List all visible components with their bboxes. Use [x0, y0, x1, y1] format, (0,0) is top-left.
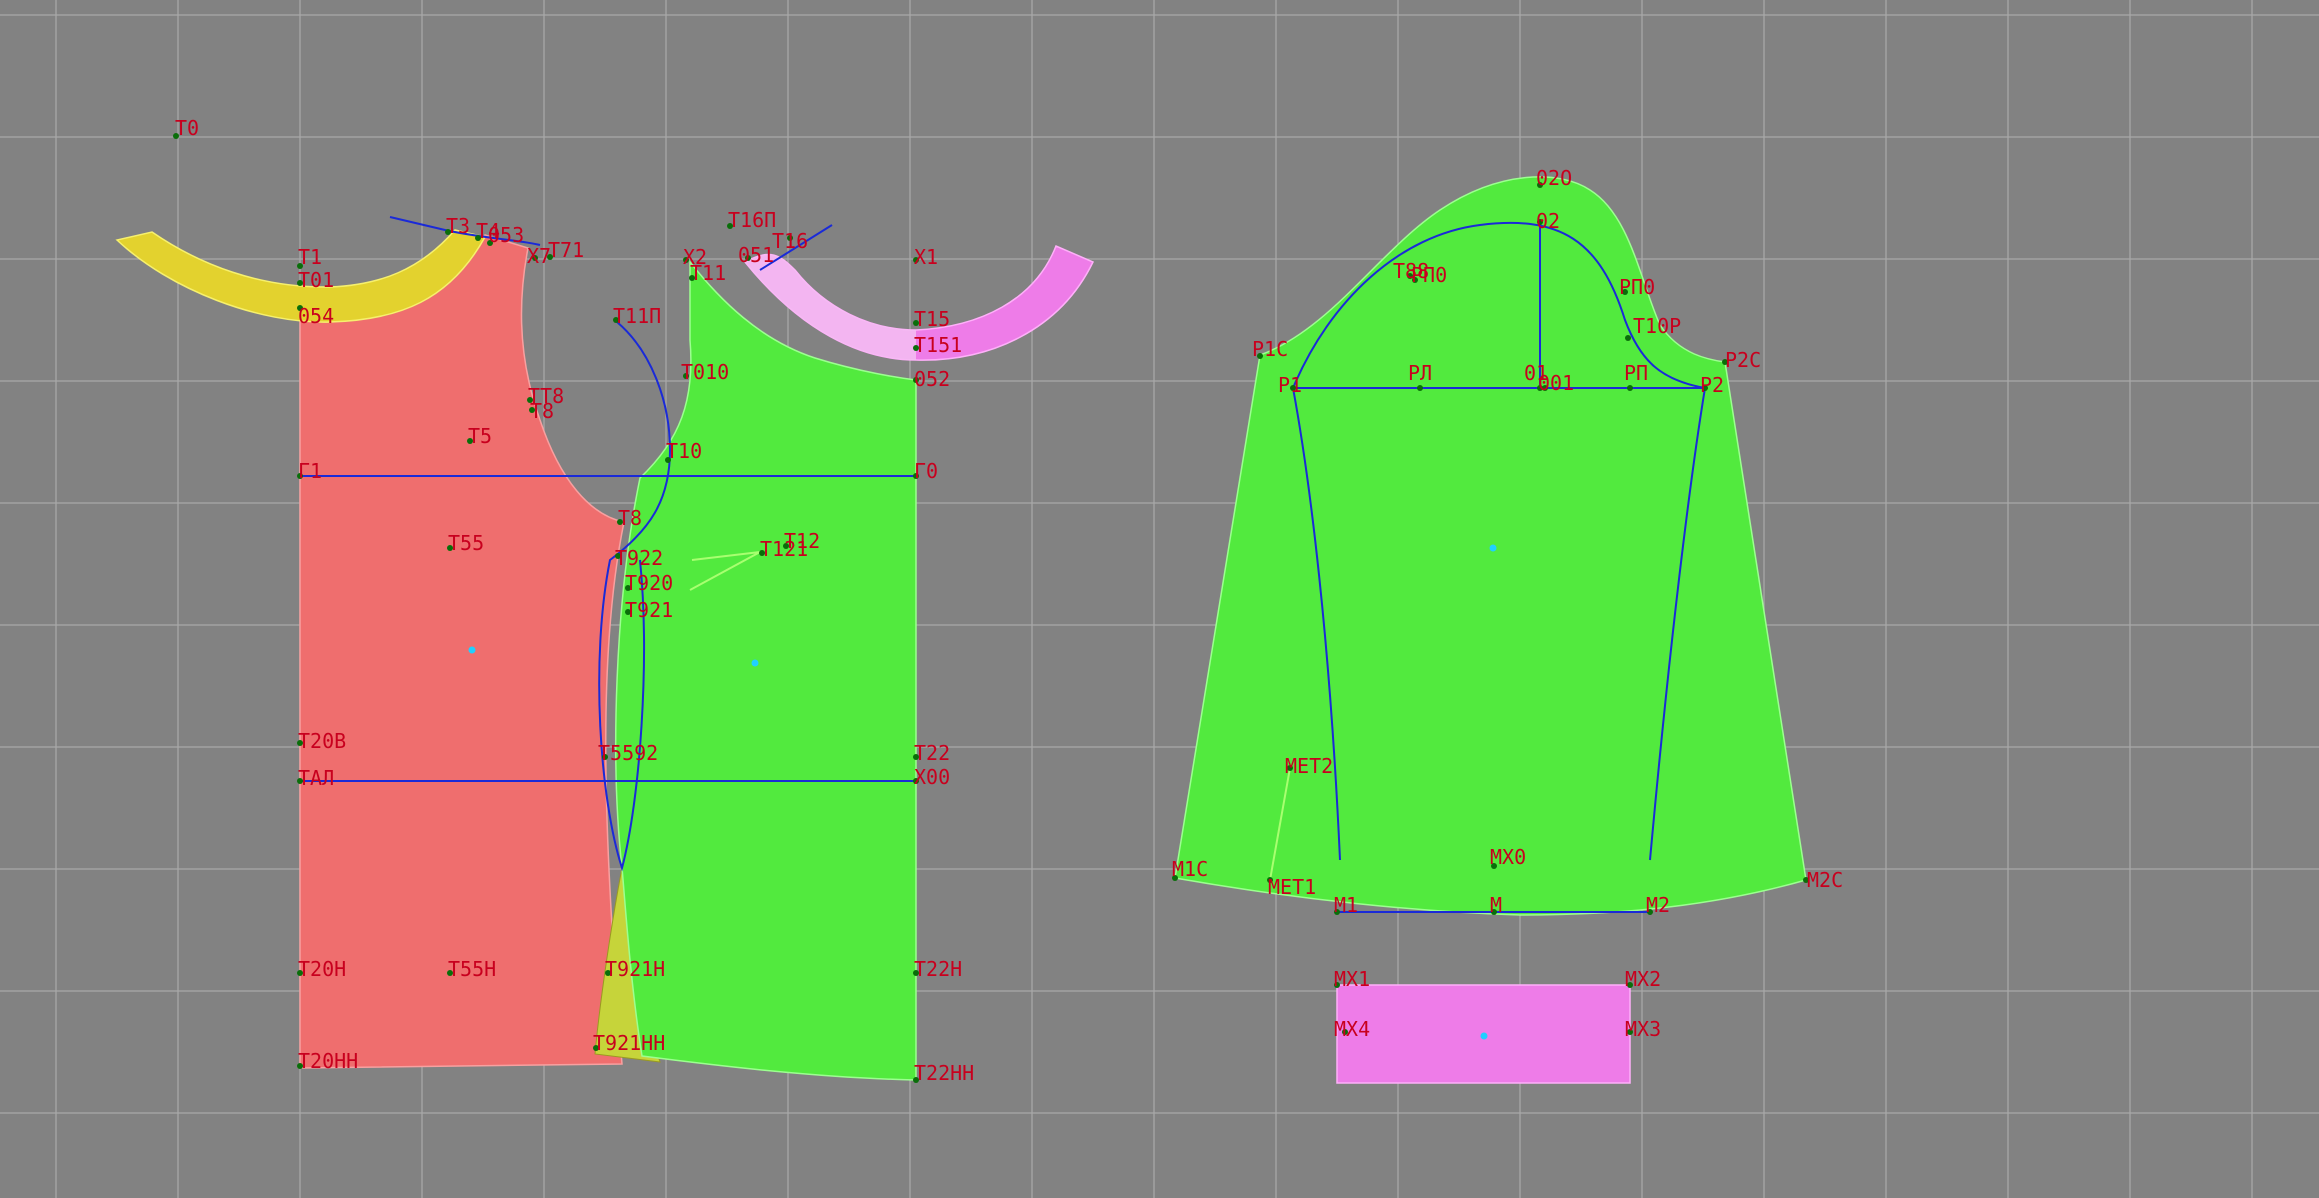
point-label-g0: Г0 — [914, 459, 938, 483]
point-label-tal: TАЛ — [298, 766, 334, 790]
point-label-t16: T16 — [772, 229, 808, 253]
back-bodice-piece[interactable] — [299, 234, 625, 1069]
point-label-rp: РП — [1624, 361, 1648, 385]
point-label-t921h: T921Н — [605, 957, 665, 981]
point-label-m2: М2 — [1646, 893, 1670, 917]
point-label-x1: X1 — [914, 245, 938, 269]
point-label-t922: T922 — [615, 546, 663, 570]
point-label-t11p: T11П — [613, 304, 661, 328]
point-label-t71: T71 — [548, 238, 584, 262]
point-label-m1: М1 — [1334, 893, 1358, 917]
point-label-o52: 052 — [914, 367, 950, 391]
point-label-t01: T01 — [298, 268, 334, 292]
point-label-mx0: МХ0 — [1490, 845, 1526, 869]
point-label-x7: X7 — [527, 244, 551, 268]
pattern-point-t10p[interactable] — [1625, 335, 1631, 341]
pattern-point-rp[interactable] — [1627, 385, 1633, 391]
point-label-rl: РЛ — [1408, 361, 1432, 385]
point-label-t20hh: T20НН — [298, 1049, 358, 1073]
pattern-point-rl[interactable] — [1417, 385, 1423, 391]
piece-center-marker — [1489, 544, 1497, 552]
point-label-o53: 053 — [488, 223, 524, 247]
point-label-t12: T12 — [784, 529, 820, 553]
point-label-t5: T5 — [468, 424, 492, 448]
point-label-t921: T921 — [625, 598, 673, 622]
point-label-r1: Р1 — [1278, 373, 1302, 397]
point-label-t15: T15 — [914, 307, 950, 331]
point-label-t10: T10 — [666, 439, 702, 463]
point-label-t11: T11 — [690, 261, 726, 285]
point-label-t0: T0 — [175, 116, 199, 140]
piece-center-marker — [1480, 1032, 1488, 1040]
point-label-rp0a: РП0 — [1411, 263, 1447, 287]
point-label-t921hh: T921НН — [593, 1031, 665, 1055]
point-label-g1: Г1 — [298, 459, 322, 483]
point-label-mx1: МХ1 — [1334, 967, 1370, 991]
point-label-m: М — [1490, 893, 1502, 917]
point-label-m2c: М2С — [1807, 868, 1843, 892]
point-label-m1c: М1С — [1172, 857, 1208, 881]
point-label-mx3: МХ3 — [1625, 1017, 1661, 1041]
point-label-o01: 001 — [1538, 371, 1574, 395]
piece-center-marker — [751, 659, 759, 667]
point-label-x00: X00 — [914, 765, 950, 789]
point-label-r2: Р2 — [1700, 373, 1724, 397]
point-label-met2: МЕТ2 — [1285, 754, 1333, 778]
point-label-met1: МЕТ1 — [1268, 875, 1316, 899]
point-label-t22hh: T22НН — [914, 1061, 974, 1085]
point-label-t20v: T20В — [298, 729, 346, 753]
point-label-t22: T22 — [914, 741, 950, 765]
point-label-t920: T920 — [625, 571, 673, 595]
point-label-t8b: T8 — [618, 506, 642, 530]
pattern-canvas[interactable]: T0T1T01054T3 T4053T71X7T11ПTT8T8T5Г1T55T2… — [0, 0, 2319, 1198]
point-label-r1c: Р1С — [1252, 337, 1288, 361]
piece-center-marker — [468, 646, 476, 654]
point-label-t55: T55 — [448, 531, 484, 555]
point-label-rp0b: РП0 — [1619, 275, 1655, 299]
point-label-t22n: T22Н — [914, 957, 962, 981]
point-label-t20n: T20Н — [298, 957, 346, 981]
point-label-t592: T5592 — [598, 741, 658, 765]
point-label-mx2: МХ2 — [1625, 967, 1661, 991]
point-label-o2o: 02О — [1536, 166, 1572, 190]
point-label-mx4: МХ4 — [1334, 1017, 1370, 1041]
point-label-t010: T010 — [681, 360, 729, 384]
point-label-t8: T8 — [530, 399, 554, 423]
point-label-t1: T1 — [298, 245, 322, 269]
point-label-t10p: T10Р — [1633, 314, 1681, 338]
point-label-t151: T151 — [914, 333, 962, 357]
point-label-t55n: T55Н — [448, 957, 496, 981]
point-label-t16p: T16П — [728, 208, 776, 232]
point-label-o2: 02 — [1536, 209, 1560, 233]
point-label-t3: T3 — [446, 214, 470, 238]
point-label-o51: 051 — [738, 243, 774, 267]
point-label-o54: 054 — [298, 304, 334, 328]
point-label-r2c: Р2С — [1725, 348, 1761, 372]
